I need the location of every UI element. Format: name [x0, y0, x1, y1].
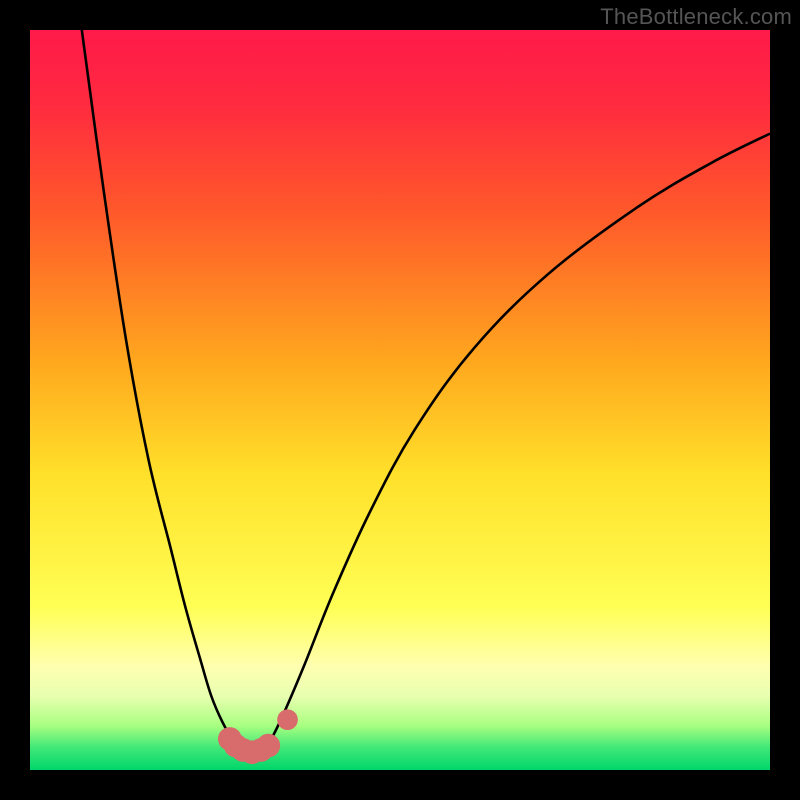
attribution-text: TheBottleneck.com — [600, 4, 792, 30]
marker-dot — [256, 734, 280, 758]
chart-frame: TheBottleneck.com — [0, 0, 800, 800]
markers — [218, 709, 298, 764]
bottleneck-curves — [30, 30, 770, 770]
plot-area — [30, 30, 770, 770]
right-curve — [267, 134, 770, 748]
left-curve — [82, 30, 245, 748]
marker-dot — [277, 709, 298, 730]
